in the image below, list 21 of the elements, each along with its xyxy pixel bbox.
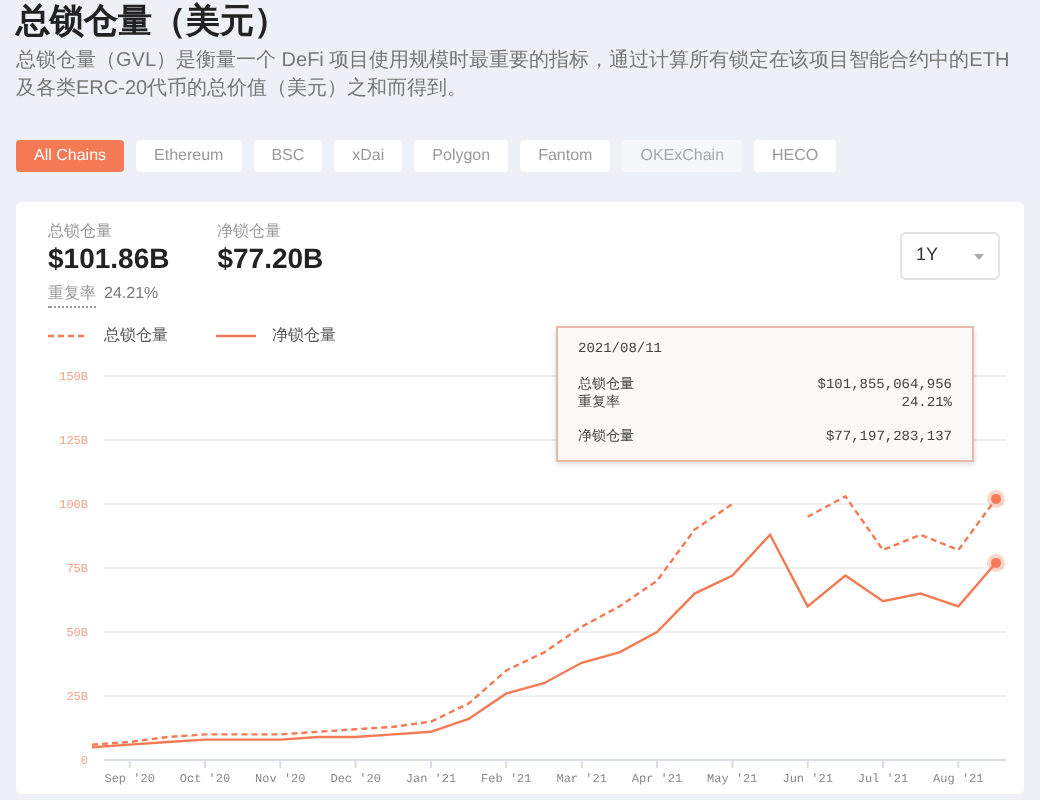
overlap-value: 24.21% [104, 282, 159, 306]
chain-tab[interactable]: Fantom [520, 140, 611, 172]
chain-tab[interactable]: Polygon [414, 140, 509, 172]
chain-tab[interactable]: BSC [253, 140, 323, 172]
chain-tab[interactable]: HECO [754, 140, 837, 172]
page-title: 总锁仓量（美元） [16, 0, 290, 42]
data-point-marker [987, 489, 1005, 508]
legend-label: 净锁仓量 [272, 324, 336, 348]
chain-tab[interactable]: xDai [334, 140, 403, 172]
stat-label: 总锁仓量 [48, 222, 114, 242]
stat-value: $77.20B [217, 242, 324, 274]
stat-value: $101.86B [48, 242, 170, 274]
data-point-marker [987, 553, 1005, 572]
stat-label: 净锁仓量 [217, 222, 284, 242]
chain-tab[interactable]: All Chains [16, 140, 125, 172]
overlap-label: 重复率 [48, 282, 96, 308]
range-select[interactable]: 1Y [900, 232, 1000, 280]
caret-icon [974, 253, 984, 259]
legend-label: 总锁仓量 [104, 324, 168, 348]
chain-tab[interactable]: Ethereum [136, 140, 242, 172]
description: 总锁仓量（GVL）是衡量一个 DeFi 项目使用规模时最重要的指标，通过计算所有锁定在该项目智能合约中的ETH及各类ERC-20代币的总价值（美元）之和而得到。 [16, 48, 1012, 104]
